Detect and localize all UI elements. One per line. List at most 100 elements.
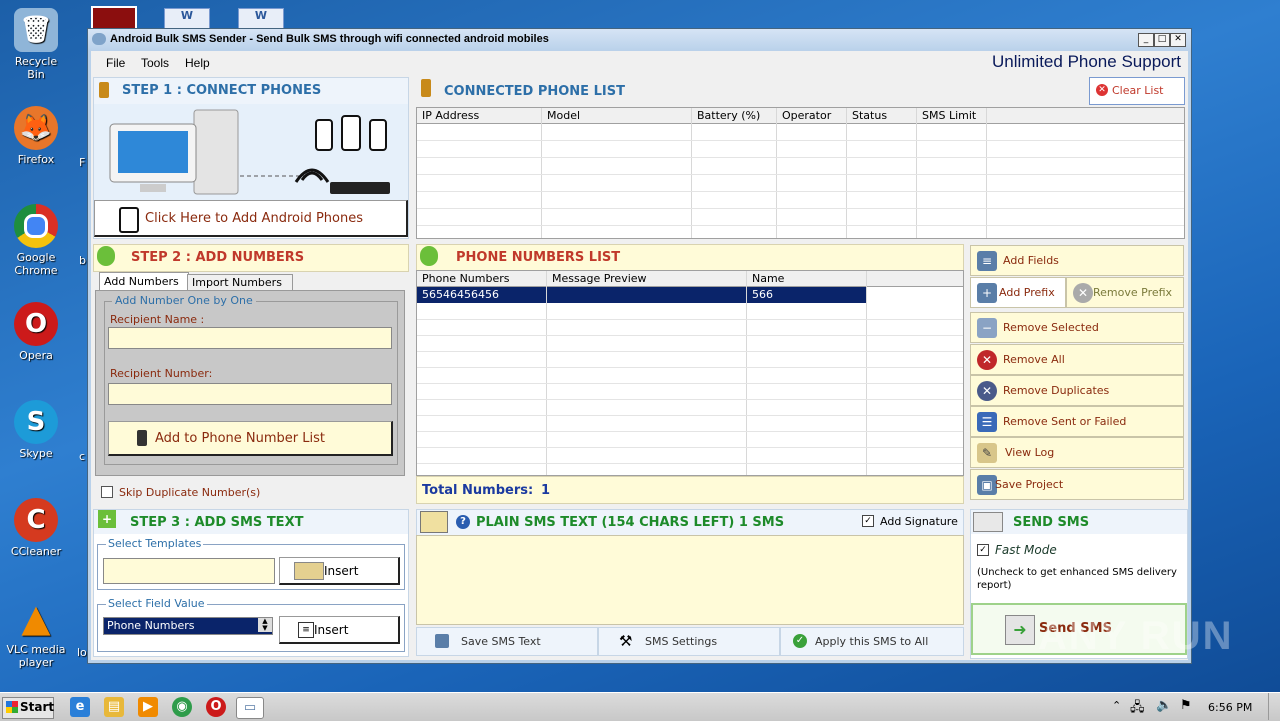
add-android-phones-button[interactable]: Click Here to Add Android Phones [94, 200, 408, 237]
add-fields-button[interactable]: ≡ Add Fields [970, 245, 1184, 276]
desktop-icon-opera[interactable]: O Opera [6, 302, 66, 362]
field-value-select[interactable]: Phone Numbers ▲ ▼ [103, 617, 273, 635]
phone-numbers-table[interactable]: Phone Numbers Message Preview Name 56546… [416, 270, 964, 476]
templates-input[interactable] [103, 558, 275, 584]
media-player-icon[interactable]: ▶ [138, 697, 158, 717]
remove-duplicates-icon: ✕ [977, 381, 997, 401]
add-to-phone-list-button[interactable]: Add to Phone Number List [108, 421, 393, 456]
recipient-number-input[interactable] [108, 383, 392, 405]
network-icon[interactable]: 🖧 [1130, 698, 1145, 720]
desktop-icon-ccleaner[interactable]: C CCleaner [6, 498, 66, 558]
maximize-button[interactable]: □ [1154, 33, 1170, 47]
tab-import-numbers[interactable]: Import Numbers [187, 274, 293, 291]
add-signature-checkbox[interactable]: ✓ [862, 515, 874, 527]
recycle-bin-icon: 🗑 [14, 8, 58, 52]
envelope-icon [973, 512, 1003, 532]
title-bar: Android Bulk SMS Sender - Send Bulk SMS … [88, 29, 1191, 51]
phone-icon [99, 82, 109, 98]
desktop-icon-firefox[interactable]: 🦊 Firefox [6, 106, 66, 166]
tray-expand-icon[interactable]: ⌃ [1112, 699, 1121, 712]
word-document-icon[interactable]: W [238, 8, 284, 30]
show-desktop-button[interactable] [1268, 693, 1279, 720]
desktop-icon-label: CCleaner [10, 545, 62, 558]
firefox-icon: 🦊 [14, 106, 58, 150]
volume-icon[interactable]: 🔈 [1156, 698, 1172, 713]
phone-add-icon [97, 246, 115, 266]
menu-help[interactable]: Help [185, 56, 210, 70]
fast-mode-checkbox[interactable]: ✓ [977, 544, 989, 556]
side-actions: ≡ Add Fields + Add Prefix ✕ Remove Prefi… [970, 244, 1184, 504]
clear-list-label: Clear List [1112, 84, 1164, 97]
connected-title: CONNECTED PHONE LIST [444, 84, 625, 99]
remove-prefix-button[interactable]: ✕ Remove Prefix [1066, 277, 1184, 308]
internet-explorer-icon[interactable]: e [70, 697, 90, 717]
phone-wifi-icon [119, 207, 139, 233]
watermark: ANY RUN [1038, 614, 1234, 658]
view-log-button[interactable]: ✎ View Log [970, 437, 1184, 468]
file-explorer-icon[interactable]: ▤ [104, 697, 124, 717]
add-prefix-button[interactable]: + Add Prefix [970, 277, 1066, 308]
remove-duplicates-button[interactable]: ✕ Remove Duplicates [970, 375, 1184, 406]
desktop-icon-label: Recycle Bin [14, 55, 58, 81]
desktop-icon-recycle-bin[interactable]: 🗑 Recycle Bin [6, 8, 66, 81]
skip-duplicates-checkbox[interactable] [101, 486, 113, 498]
cell-number: 56546456456 [422, 288, 499, 301]
opera-taskbar-icon[interactable]: O [206, 697, 226, 717]
sms-sender-taskbar-icon[interactable]: ▭ [236, 697, 264, 719]
recipient-name-input[interactable] [108, 327, 392, 349]
clear-list-button[interactable]: ✕ Clear List [1089, 77, 1185, 105]
step1-title: STEP 1 : CONNECT PHONES [122, 83, 322, 98]
remove-selected-button[interactable]: − Remove Selected [970, 312, 1184, 343]
tools-icon: ⚒ [619, 632, 633, 650]
recipient-name-label: Recipient Name : [110, 313, 205, 326]
add-phones-label: Click Here to Add Android Phones [145, 211, 363, 226]
action-center-flag-icon[interactable]: ⚑ [1180, 698, 1192, 713]
windows-logo-icon [6, 701, 18, 713]
app-window: Android Bulk SMS Sender - Send Bulk SMS … [87, 28, 1192, 664]
column-header: Name [752, 272, 785, 285]
chrome-taskbar-icon[interactable]: ◉ [172, 697, 192, 717]
connected-phones-table[interactable]: IP Address Model Battery (%) Operator St… [416, 107, 1185, 239]
remove-prefix-icon: ✕ [1073, 283, 1093, 303]
remove-all-button[interactable]: ✕ Remove All [970, 344, 1184, 375]
add-to-phone-list-label: Add to Phone Number List [155, 431, 325, 446]
desktop-icon-skype[interactable]: S Skype [6, 400, 66, 460]
save-project-button[interactable]: ▣ Save Project [970, 469, 1184, 500]
sms-settings-button[interactable]: ⚒ SMS Settings [598, 627, 780, 656]
sms-text-area[interactable] [416, 535, 964, 625]
save-sms-text-button[interactable]: Save SMS Text [416, 627, 598, 656]
insert-template-button[interactable]: Insert [279, 557, 400, 585]
desktop-icon-label: Google Chrome [14, 251, 58, 277]
templates-label: Select Templates [106, 537, 204, 550]
remove-selected-icon: − [977, 318, 997, 338]
close-button[interactable]: ✕ [1170, 33, 1186, 47]
desktop-icon-chrome[interactable]: Google Chrome [6, 204, 66, 277]
menu-tools[interactable]: Tools [141, 56, 169, 70]
word-document-icon[interactable]: W [164, 8, 210, 30]
start-button[interactable]: Start [2, 697, 54, 719]
clock[interactable]: 6:56 PM [1208, 701, 1252, 714]
column-header: Status [852, 109, 888, 122]
column-header: IP Address [422, 109, 480, 122]
desktop-icon-label: Firefox [17, 153, 55, 166]
menu-file[interactable]: File [106, 56, 125, 70]
cell-name: 566 [752, 288, 773, 301]
phone-add-icon [137, 430, 147, 446]
spinner-icon[interactable]: ▲ ▼ [258, 618, 272, 632]
minimize-button[interactable]: _ [1138, 33, 1154, 47]
step1-panel: STEP 1 : CONNECT PHONES Click Here to Ad… [93, 77, 409, 239]
insert-field-button[interactable]: ≡ Insert [279, 616, 400, 644]
desktop-icon-vlc[interactable]: ▲ VLC media player [6, 595, 66, 670]
vlc-icon: ▲ [21, 595, 51, 640]
remove-all-icon: ✕ [977, 350, 997, 370]
help-icon[interactable]: ? [456, 515, 470, 529]
tab-add-numbers[interactable]: Add Numbers [99, 272, 189, 291]
remove-sent-failed-button[interactable]: ☰ Remove Sent or Failed [970, 406, 1184, 437]
add-numbers-tab-content: Add Number One by One Recipient Name : R… [95, 290, 405, 476]
apply-sms-all-button[interactable]: ✓ Apply this SMS to All [780, 627, 964, 656]
column-header: SMS Limit [922, 109, 977, 122]
notepad-icon [420, 511, 448, 533]
total-numbers-label: Total Numbers: [422, 483, 534, 498]
add-signature-label: Add Signature [880, 515, 958, 528]
table-row[interactable]: 56546456456 566 [417, 287, 866, 303]
